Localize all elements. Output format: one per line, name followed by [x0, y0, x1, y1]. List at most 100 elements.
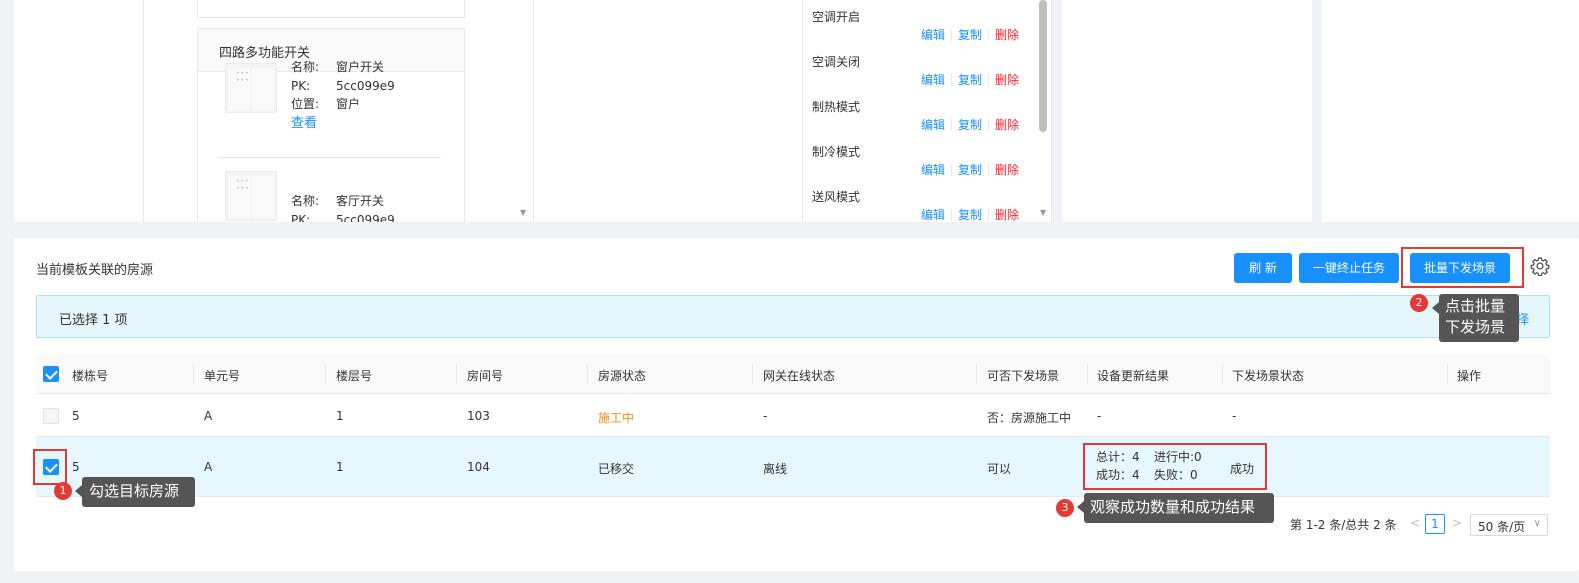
- col-unit: 单元号: [204, 369, 241, 383]
- page-size-value: 50 条/页: [1478, 520, 1526, 534]
- scene-edit-link[interactable]: 编辑: [921, 208, 945, 222]
- scene-delete-link[interactable]: 删除: [995, 208, 1019, 222]
- annotation-tip-2-line1: 点击批量: [1445, 297, 1506, 315]
- action-divider: [951, 119, 953, 131]
- table-header: 楼栋号 单元号 楼层号 房间号 房源状态 网关在线状态 可否下发场景 设备更新结…: [36, 354, 1550, 394]
- cell-unit: A: [204, 460, 213, 474]
- device-location: 窗户: [336, 97, 361, 111]
- cell-floor: 1: [336, 409, 344, 423]
- device-list-panel: 四路多功能开关 ••• ••• 名称: 窗户开关 PK: 5cc099e9 位置: 窗…: [144, 0, 534, 222]
- chevron-left-icon[interactable]: <: [1410, 516, 1420, 530]
- scene-actions: 编辑 复制 删除: [921, 161, 1019, 178]
- pagination-current-page[interactable]: 1: [1425, 514, 1445, 534]
- action-divider: [988, 119, 990, 131]
- annotation-badge-3: 3: [1056, 499, 1074, 517]
- page-size-select[interactable]: 50 条/页 ∨: [1470, 514, 1548, 536]
- device-view-link[interactable]: 查看: [291, 115, 317, 134]
- switch-device-image: ••• •••: [225, 63, 277, 113]
- col-actions: 操作: [1457, 369, 1482, 383]
- annotation-tip-3: 观察成功数量和成功结果: [1077, 493, 1274, 523]
- action-divider: [988, 29, 990, 41]
- cell-building: 5: [72, 409, 80, 423]
- device-pk: 5cc099e9: [336, 78, 395, 93]
- select-all-checkbox[interactable]: [43, 366, 59, 382]
- scene-delete-link[interactable]: 删除: [995, 118, 1019, 132]
- stop-all-tasks-button[interactable]: 一键终止任务: [1299, 253, 1399, 283]
- cell-scene-status: -: [1232, 409, 1237, 423]
- action-divider: [951, 74, 953, 86]
- device-item: ••• ••• 名称: 窗户开关 PK: 5cc099e9 位置: 窗户 查看: [219, 58, 441, 158]
- column-divider: [456, 364, 457, 384]
- cell-unit: A: [204, 409, 213, 423]
- device-name: 客厅开关: [336, 194, 385, 208]
- annotation-tip-2: 点击批量 下发场景: [1432, 294, 1519, 342]
- action-divider: [988, 74, 990, 86]
- column-divider: [1087, 364, 1088, 384]
- scene-actions: 编辑 复制 删除: [921, 116, 1019, 133]
- selected-count-text: 已选择 1 项: [59, 313, 128, 328]
- chevron-right-icon[interactable]: >: [1452, 516, 1462, 530]
- cell-room: 103: [467, 409, 490, 423]
- chevron-down-icon: ∨: [1533, 518, 1541, 529]
- scene-copy-link[interactable]: 复制: [958, 163, 982, 177]
- action-divider: [988, 164, 990, 176]
- device-name-label: 名称:: [291, 194, 320, 208]
- annotation-badge-2: 2: [1410, 294, 1428, 312]
- cell-room: 104: [467, 460, 490, 474]
- scene-copy-link[interactable]: 复制: [958, 118, 982, 132]
- col-house-status: 房源状态: [598, 369, 647, 383]
- device-item: ••• ••• 名称: 客厅开关 PK: 5cc099e9: [219, 166, 441, 222]
- blank-panel: [1322, 0, 1579, 222]
- col-gateway-status: 网关在线状态: [763, 369, 836, 383]
- blank-panel: [1062, 0, 1312, 222]
- scene-delete-link[interactable]: 删除: [995, 163, 1019, 177]
- table-row[interactable]: 5 A 1 104 已移交 离线 可以 总计：4 进行中:0 成功：4 失败：0 成…: [36, 437, 1550, 497]
- scene-copy-link[interactable]: 复制: [958, 208, 982, 222]
- scene-item: 空调关闭编辑 复制 删除: [812, 53, 1037, 98]
- scrollbar[interactable]: [1039, 0, 1047, 132]
- cell-floor: 1: [336, 460, 344, 474]
- row-checkbox: [43, 408, 59, 424]
- scene-copy-link[interactable]: 复制: [958, 28, 982, 42]
- device-pk-label: PK:: [291, 78, 311, 93]
- annotation-tip-2-line2: 下发场景: [1445, 318, 1506, 336]
- annotation-box-result: [1083, 443, 1267, 490]
- device-pk: 5cc099e9: [336, 212, 395, 223]
- scene-delete-link[interactable]: 删除: [995, 73, 1019, 87]
- scene-item: 制热模式编辑 复制 删除: [812, 98, 1037, 143]
- cell-house-status: 施工中: [598, 411, 635, 425]
- column-divider: [976, 364, 977, 384]
- scene-copy-link[interactable]: 复制: [958, 73, 982, 87]
- scene-edit-link[interactable]: 编辑: [921, 163, 945, 177]
- scene-edit-link[interactable]: 编辑: [921, 73, 945, 87]
- annotation-box-batch: [1401, 247, 1524, 288]
- action-divider: [951, 29, 953, 41]
- device-pk-label: PK:: [291, 212, 311, 223]
- scene-name: 空调关闭: [812, 55, 861, 69]
- scene-actions: 编辑 复制 删除: [921, 206, 1019, 223]
- device-location-label: 位置:: [291, 97, 320, 111]
- pagination-total: 第 1-2 条/总共 2 条: [1290, 518, 1397, 532]
- scene-name: 制热模式: [812, 100, 861, 114]
- scroll-down-icon[interactable]: ▼: [520, 208, 526, 217]
- col-floor: 楼层号: [336, 369, 373, 383]
- action-divider: [988, 209, 990, 221]
- column-divider: [1222, 364, 1223, 384]
- scene-item: 制冷模式 编辑 复制 删除: [812, 143, 1037, 188]
- table-row[interactable]: 5 A 1 103 施工中 - 否：房源施工中 - -: [36, 395, 1550, 437]
- device-name: 窗户开关: [336, 60, 385, 74]
- refresh-button[interactable]: 刷 新: [1234, 253, 1292, 283]
- col-building: 楼栋号: [72, 369, 109, 383]
- col-can-issue: 可否下发场景: [987, 369, 1060, 383]
- gear-icon[interactable]: [1530, 256, 1550, 276]
- scene-actions: 编辑 复制 删除: [921, 26, 1019, 43]
- cell-gateway-status: -: [763, 409, 768, 423]
- scene-edit-link[interactable]: 编辑: [921, 118, 945, 132]
- device-name-label: 名称:: [291, 60, 320, 74]
- column-divider: [1447, 364, 1448, 384]
- scene-edit-link[interactable]: 编辑: [921, 28, 945, 42]
- scroll-down-icon[interactable]: ▼: [1040, 208, 1046, 217]
- annotation-box-checkbox: [33, 449, 67, 485]
- cell-can-issue: 可以: [987, 462, 1012, 476]
- scene-delete-link[interactable]: 删除: [995, 28, 1019, 42]
